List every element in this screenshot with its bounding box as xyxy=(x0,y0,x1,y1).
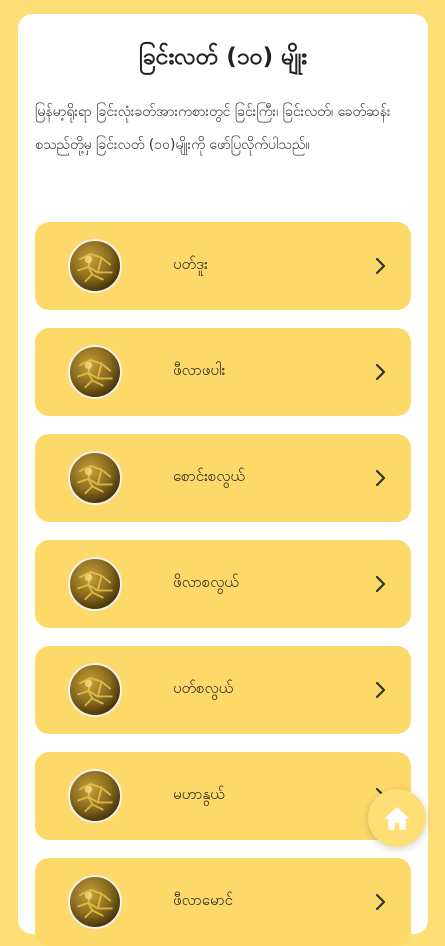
chinlone-ball-icon xyxy=(68,557,122,611)
list-item[interactable]: ဖိလာစလွယ် xyxy=(35,540,411,628)
chevron-right-icon xyxy=(375,575,386,593)
chinlone-ball-icon xyxy=(68,239,122,293)
chinlone-ball-icon xyxy=(68,451,122,505)
list-item[interactable]: ပတ်ဒူး xyxy=(35,222,411,310)
home-button[interactable] xyxy=(368,789,426,847)
list-item-label: ဖိလာစလွယ် xyxy=(173,573,239,591)
chinlone-ball-icon xyxy=(68,769,122,823)
home-icon xyxy=(385,807,409,830)
chinlone-ball-icon xyxy=(68,345,122,399)
chevron-right-icon xyxy=(375,363,386,381)
chinlone-ball-icon xyxy=(68,875,122,929)
list-item-label: ဖီလာဖပါး xyxy=(173,361,226,379)
chinlone-ball-icon xyxy=(68,663,122,717)
list-item[interactable]: ပတ်စလွယ် xyxy=(35,646,411,734)
chevron-right-icon xyxy=(375,681,386,699)
list-item[interactable]: ဖီလာမောင် xyxy=(35,858,411,946)
list-item[interactable]: မဟာနွယ် xyxy=(35,752,411,840)
list-item[interactable]: စောင်းစလွယ် xyxy=(35,434,411,522)
list-item-label: ပတ်စလွယ် xyxy=(173,679,234,697)
list-item-label: ပတ်ဒူး xyxy=(173,255,208,273)
content-card: ခြင်းလတ် (၁၀) မျိုး မြန်မာ့ရိုးရာ ခြင်းလ… xyxy=(18,14,428,946)
chevron-right-icon xyxy=(375,469,386,487)
list-item-label: မဟာနွယ် xyxy=(173,785,225,803)
intro-text: မြန်မာ့ရိုးရာ ခြင်းလုံးခတ်အားကစားတွင် ခြ… xyxy=(35,104,391,153)
list-item[interactable]: ဖီလာဖပါး xyxy=(35,328,411,416)
list-item-label: ဖီလာမောင် xyxy=(173,891,233,909)
list-item-label: စောင်းစလွယ် xyxy=(173,467,245,485)
chevron-right-icon xyxy=(375,893,386,911)
chevron-right-icon xyxy=(375,257,386,275)
page-title: ခြင်းလတ် (၁၀) မျိုး xyxy=(138,44,308,70)
